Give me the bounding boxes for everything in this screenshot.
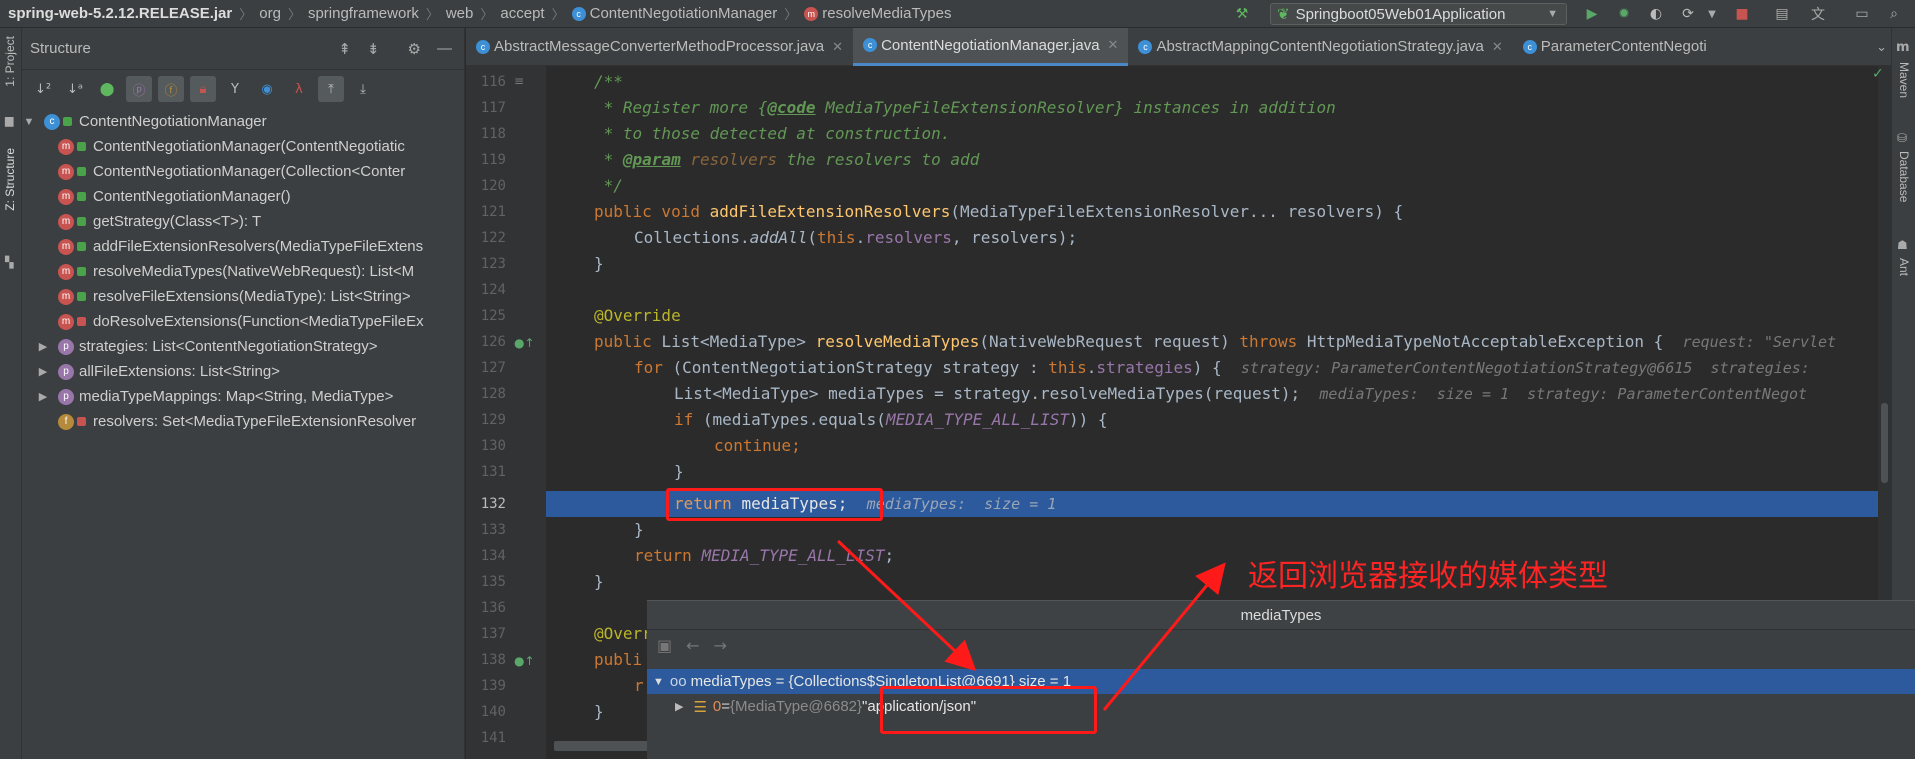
annotation-text: 返回浏览器接收的媒体类型 — [1248, 559, 1608, 594]
arrow-to-popup — [836, 539, 977, 672]
annotation-arrows — [836, 539, 1226, 711]
arrow-to-annotation — [1102, 562, 1226, 711]
